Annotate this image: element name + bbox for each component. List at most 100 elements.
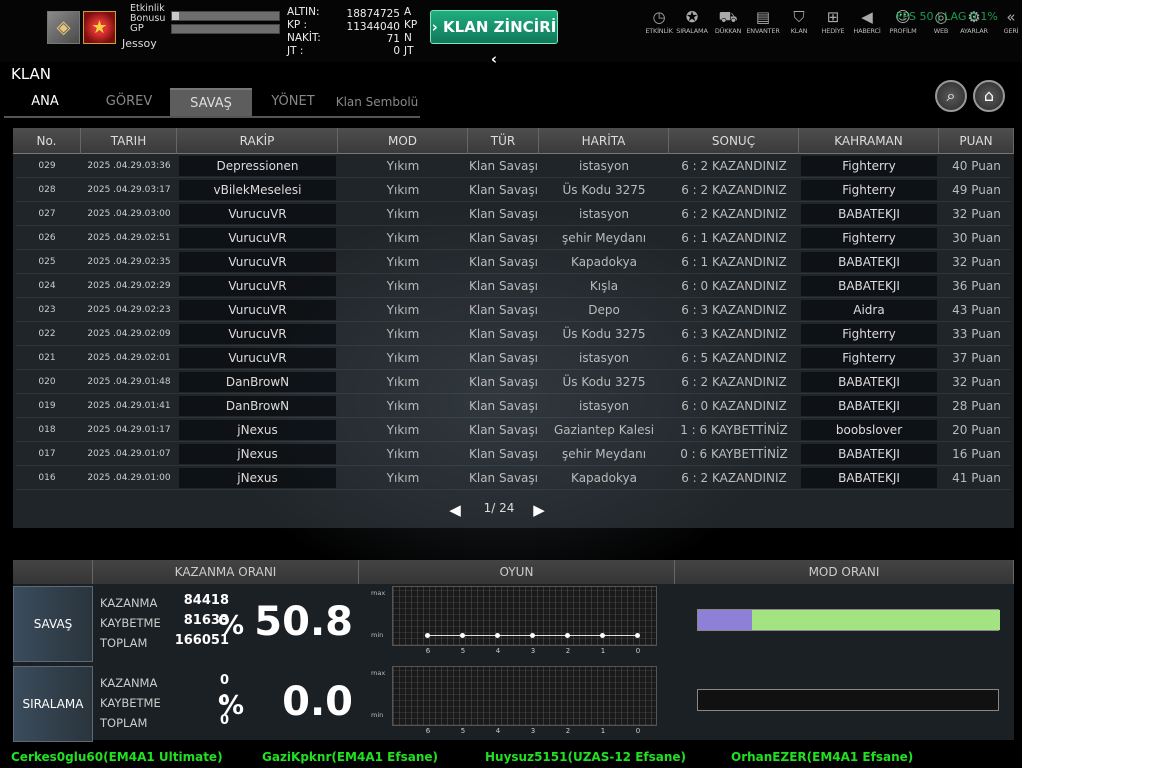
- cell-result: 6 : 3 KAZANDINIZ: [681, 303, 787, 317]
- column-header-date[interactable]: TARIH: [81, 128, 177, 154]
- column-header-result[interactable]: SONUÇ: [669, 128, 799, 154]
- cell-no: 023: [38, 305, 56, 315]
- game-history-graph: max min 6 5 4 3 2 1 0: [371, 586, 657, 655]
- cell-date: 2025 .04.29.01:07: [87, 449, 171, 459]
- cell-type: Klan Savaşı: [469, 231, 538, 245]
- menu-cart-button[interactable]: ⛟ DÜKKAN: [709, 8, 747, 38]
- cell-result: 6 : 1 KAZANDINIZ: [681, 255, 787, 269]
- cell-hero: BABATEKJI: [801, 372, 937, 392]
- column-header-type[interactable]: TÜR: [468, 128, 539, 154]
- cell-result: 6 : 2 KAZANDINIZ: [681, 183, 787, 197]
- cell-no: 018: [38, 425, 56, 435]
- percent-sign: %: [218, 691, 245, 721]
- home-button[interactable]: ⌂: [973, 80, 1005, 112]
- cell-no: 019: [38, 401, 56, 411]
- search-button[interactable]: ⌕: [935, 80, 967, 112]
- table-row[interactable]: 028 2025 .04.29.03:17 vBilekMeselesi Yıkım K…: [16, 178, 1011, 202]
- cell-map: Kapadokya: [571, 471, 637, 485]
- tab-clan-symbol[interactable]: Klan Sembolü: [334, 88, 420, 116]
- total-label: TOPLAM: [100, 716, 148, 730]
- cell-no: 017: [38, 449, 56, 459]
- clan-chain-button[interactable]: › KLAN ZİNCİRİ ‹: [430, 10, 558, 68]
- tab-ana[interactable]: ANA: [4, 88, 86, 116]
- menu-gift-button[interactable]: ⊞ HEDİYE: [814, 8, 852, 38]
- column-header-mode[interactable]: MOD: [338, 128, 468, 154]
- game-window: ◈ ★ Etkinlik Bonusu GP Jessoy ALTIN: 188…: [0, 0, 1022, 768]
- graph-tick-label: 6: [425, 647, 431, 655]
- cell-points: 32 Puan: [952, 207, 1001, 221]
- table-row[interactable]: 023 2025 .04.29.02:23 VurucuVR Yıkım Klan Sa…: [16, 298, 1011, 322]
- cell-map: istasyon: [579, 207, 629, 221]
- cell-type: Klan Savaşı: [469, 207, 538, 221]
- prev-page-button[interactable]: ◀: [445, 500, 465, 520]
- cell-result: 6 : 2 KAZANDINIZ: [681, 159, 787, 173]
- shield-icon: ⛉: [793, 8, 805, 26]
- cell-map: Kapadokya: [571, 255, 637, 269]
- percent-sign: %: [218, 611, 245, 641]
- cell-rival: VurucuVR: [179, 204, 336, 224]
- cash-label: NAKİT:: [287, 32, 321, 44]
- tab-gorev[interactable]: GÖREV: [88, 88, 170, 116]
- table-row[interactable]: 025 2025 .04.29.02:35 VurucuVR Yıkım Klan Sa…: [16, 250, 1011, 274]
- cell-date: 2025 .04.29.03:36: [87, 161, 171, 171]
- column-header-rival[interactable]: RAKİP: [177, 128, 338, 154]
- graph-tick-label: 1: [600, 727, 606, 735]
- cell-map: Gaziantep Kalesi: [553, 423, 655, 437]
- graph-tick-label: 6: [425, 727, 431, 735]
- cell-date: 2025 .04.29.02:35: [87, 257, 171, 267]
- column-header-no[interactable]: No.: [13, 128, 81, 154]
- column-header-map[interactable]: HARİTA: [539, 128, 669, 154]
- cell-rival: DanBrowN: [179, 396, 336, 416]
- column-header-points[interactable]: PUAN: [939, 128, 1014, 154]
- player-ticker: Cerkes0glu60(EM4A1 Ultimate) GaziKpknr(EM…: [0, 748, 1022, 768]
- cell-no: 016: [38, 473, 56, 483]
- mode-ratio-segment-b: [752, 610, 1000, 630]
- table-row[interactable]: 026 2025 .04.29.02:51 VurucuVR Yıkım Klan Sa…: [16, 226, 1011, 250]
- table-row[interactable]: 022 2025 .04.29.02:09 VurucuVR Yıkım Klan Sa…: [16, 322, 1011, 346]
- cell-type: Klan Savaşı: [469, 279, 538, 293]
- cell-type: Klan Savaşı: [469, 255, 538, 269]
- cell-map: istasyon: [579, 399, 629, 413]
- cell-points: 20 Puan: [952, 423, 1001, 437]
- table-row[interactable]: 017 2025 .04.29.01:07 jNexus Yıkım Klan Sava…: [16, 442, 1011, 466]
- cell-result: 6 : 0 KAZANDINIZ: [681, 399, 787, 413]
- jt-label: JT :: [287, 45, 304, 57]
- cell-rival: VurucuVR: [179, 300, 336, 320]
- column-header-hero[interactable]: KAHRAMAN: [799, 128, 939, 154]
- top-bar: ◈ ★ Etkinlik Bonusu GP Jessoy ALTIN: 188…: [0, 0, 1022, 68]
- next-page-button[interactable]: ▶: [529, 500, 549, 520]
- cell-date: 2025 .04.29.01:00: [87, 473, 171, 483]
- menu-shield-button[interactable]: ⛉ KLAN: [780, 8, 818, 38]
- cell-hero: Fighterry: [801, 156, 937, 176]
- cell-mode: Yıkım: [386, 207, 420, 221]
- cell-hero: BABATEKJI: [801, 396, 937, 416]
- table-row[interactable]: 018 2025 .04.29.01:17 jNexus Yıkım Klan Sava…: [16, 418, 1011, 442]
- cell-mode: Yıkım: [386, 423, 420, 437]
- stats-row-label: SAVAŞ: [13, 586, 93, 662]
- cell-rival: Depressionen: [179, 156, 336, 176]
- table-row[interactable]: 029 2025 .04.29.03:36 Depressionen Yıkım Kla…: [16, 154, 1011, 178]
- game-header: OYUN: [359, 560, 675, 584]
- table-row[interactable]: 016 2025 .04.29.01:00 jNexus Yıkım Klan Sava…: [16, 466, 1011, 490]
- table-row[interactable]: 024 2025 .04.29.02:29 VurucuVR Yıkım Klan Sa…: [16, 274, 1011, 298]
- cell-result: 6 : 1 KAZANDINIZ: [681, 231, 787, 245]
- table-row[interactable]: 019 2025 .04.29.01:41 DanBrowN Yıkım Klan Sa…: [16, 394, 1011, 418]
- cell-type: Klan Savaşı: [469, 159, 538, 173]
- table-row[interactable]: 021 2025 .04.29.02:01 VurucuVR Yıkım Klan Sa…: [16, 346, 1011, 370]
- cell-rival: VurucuVR: [179, 228, 336, 248]
- menu-inventory-button[interactable]: ▤ ENVANTER: [744, 8, 782, 38]
- tab-yonet[interactable]: YÖNET: [252, 88, 334, 116]
- graph-tick-label: 4: [495, 647, 501, 655]
- table-row[interactable]: 027 2025 .04.29.03:00 VurucuVR Yıkım Klan Sa…: [16, 202, 1011, 226]
- cell-map: Üs Kodu 3275: [562, 327, 646, 341]
- cell-type: Klan Savaşı: [469, 303, 538, 317]
- fps-lag-readout: FPS 50 | LAG 0.1%: [896, 10, 998, 23]
- cart-icon: ⛟: [718, 8, 738, 26]
- win-rate-header: KAZANMA ORANI: [93, 560, 359, 584]
- cell-type: Klan Savaşı: [469, 183, 538, 197]
- tab-savas[interactable]: SAVAŞ: [170, 88, 252, 116]
- table-row[interactable]: 020 2025 .04.29.01:48 DanBrowN Yıkım Klan Sa…: [16, 370, 1011, 394]
- cell-points: 32 Puan: [952, 255, 1001, 269]
- menu-megaphone-button[interactable]: ◀ HABERCİ: [848, 8, 886, 38]
- menu-medal-button[interactable]: ✪ SIRALAMA: [673, 8, 711, 38]
